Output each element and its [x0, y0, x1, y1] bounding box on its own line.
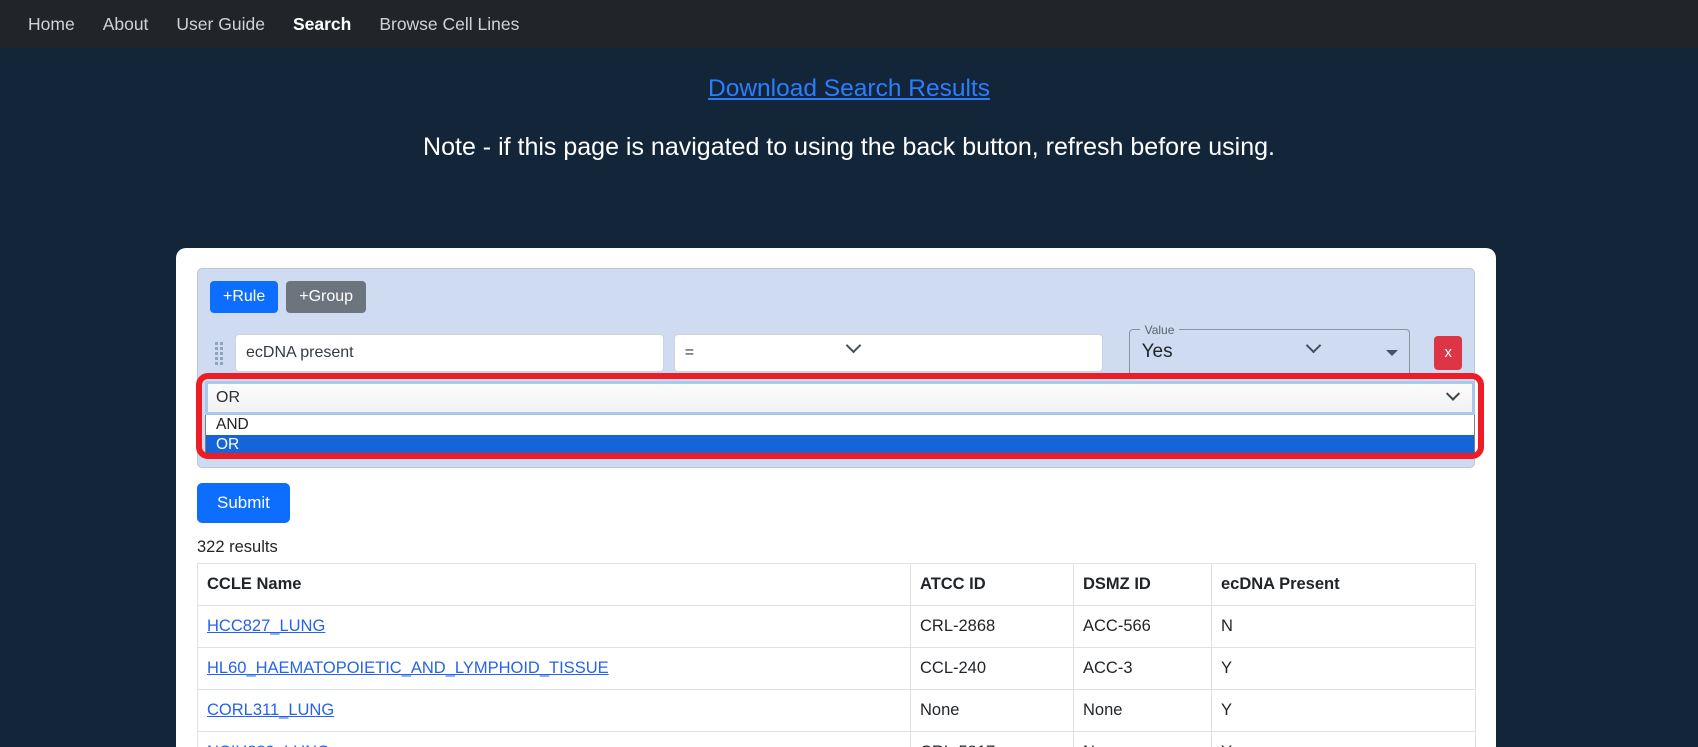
add-group-button[interactable]: +Group — [286, 281, 367, 313]
table-header-row: CCLE Name ATCC ID DSMZ ID ecDNA Present — [197, 563, 1476, 606]
page-body: Download Search Results Note - if this p… — [0, 48, 1698, 747]
nav-item-home[interactable]: Home — [14, 10, 89, 39]
cell-line-link[interactable]: NCIH889_LUNG — [207, 743, 330, 747]
cell-atcc-id: CRL-2868 — [910, 605, 1074, 648]
nav-item-about[interactable]: About — [89, 10, 163, 39]
nav-item-user-guide[interactable]: User Guide — [162, 10, 279, 39]
cell-dsmz-id: None — [1073, 731, 1212, 747]
dropdown-arrow-icon — [1386, 349, 1399, 356]
rule-field-select-1[interactable]: ecDNA present — [235, 333, 664, 372]
column-header-ecdna-present[interactable]: ecDNA Present — [1211, 563, 1476, 606]
rule-operator-select-1[interactable]: = — [673, 333, 1103, 372]
cell-ecdna-present: N — [1211, 605, 1476, 648]
cell-line-link[interactable]: HL60_HAEMATOPOIETIC_AND_LYMPHOID_TISSUE — [207, 659, 609, 677]
top-navbar: Home About User Guide Search Browse Cell… — [0, 0, 1698, 48]
page-note: Note - if this page is navigated to usin… — [423, 133, 1275, 161]
cell-dsmz-id: None — [1073, 689, 1212, 732]
results-count: 322 results — [197, 538, 278, 556]
drag-handle-icon[interactable] — [215, 341, 225, 365]
table-row: CORL311_LUNG None None Y — [197, 689, 1476, 732]
cell-line-link[interactable]: CORL311_LUNG — [207, 701, 334, 719]
cell-ecdna-present: Y — [1211, 689, 1476, 732]
value-field-value: Yes — [1141, 340, 1173, 362]
combinator-selected-value: OR — [216, 389, 240, 406]
chevron-down-icon — [1445, 386, 1461, 401]
results-table: CCLE Name ATCC ID DSMZ ID ecDNA Present … — [197, 563, 1476, 747]
cell-line-link[interactable]: HCC827_LUNG — [207, 617, 325, 635]
nav-item-browse-cell-lines[interactable]: Browse Cell Lines — [365, 10, 533, 39]
combinator-option-or[interactable]: OR — [206, 435, 1474, 455]
submit-button[interactable]: Submit — [197, 483, 290, 523]
query-builder-actions: +Rule +Group — [210, 281, 1462, 313]
column-header-dsmz-id[interactable]: DSMZ ID — [1073, 563, 1212, 606]
download-search-results-link[interactable]: Download Search Results — [708, 75, 990, 102]
cell-atcc-id: CRL-5817 — [910, 731, 1074, 747]
column-header-ccle-name[interactable]: CCLE Name — [197, 563, 911, 606]
combinator-option-and[interactable]: AND — [206, 415, 1474, 435]
table-row: HL60_HAEMATOPOIETIC_AND_LYMPHOID_TISSUE … — [197, 647, 1476, 690]
table-row: HCC827_LUNG CRL-2868 ACC-566 N — [197, 605, 1476, 648]
rule-value-select-1[interactable]: Value Yes — [1128, 322, 1411, 377]
cell-ecdna-present: Y — [1211, 731, 1476, 747]
combinator-select-open[interactable]: OR AND OR — [205, 381, 1475, 456]
delete-rule-button-1[interactable]: x — [1434, 335, 1462, 370]
value-field-label: Value — [1144, 322, 1175, 337]
cell-ecdna-present: Y — [1211, 647, 1476, 690]
search-card: +Rule +Group ecDNA present = Value Yes x… — [176, 248, 1496, 747]
table-row: NCIH889_LUNG CRL-5817 None Y — [197, 731, 1476, 747]
cell-atcc-id: None — [910, 689, 1074, 732]
cell-dsmz-id: ACC-566 — [1073, 605, 1212, 648]
cell-atcc-id: CCL-240 — [910, 647, 1074, 690]
query-rule-row-1: ecDNA present = Value Yes x — [210, 322, 1462, 377]
add-rule-button[interactable]: +Rule — [210, 281, 279, 313]
column-header-atcc-id[interactable]: ATCC ID — [910, 563, 1074, 606]
nav-item-search[interactable]: Search — [279, 10, 365, 39]
combinator-select-box[interactable]: OR — [205, 381, 1475, 415]
combinator-option-list: AND OR — [205, 415, 1475, 456]
download-link-wrapper: Download Search Results — [0, 48, 1698, 103]
cell-dsmz-id: ACC-3 — [1073, 647, 1212, 690]
